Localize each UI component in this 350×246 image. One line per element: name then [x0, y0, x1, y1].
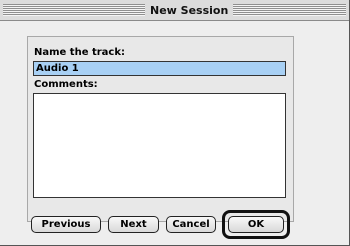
title-bar[interactable]: New Session: [0, 0, 349, 21]
ok-button[interactable]: OK: [228, 216, 284, 233]
new-session-dialog: New Session Name the track: Audio 1 Comm…: [0, 0, 350, 246]
next-button[interactable]: Next: [108, 216, 159, 233]
comments-label: Comments:: [34, 79, 98, 90]
comments-textarea[interactable]: [33, 93, 286, 198]
track-name-label: Name the track:: [34, 47, 126, 58]
window-title: New Session: [145, 1, 234, 20]
previous-button[interactable]: Previous: [31, 216, 101, 233]
track-name-input[interactable]: Audio 1: [33, 61, 286, 76]
cancel-button[interactable]: Cancel: [166, 216, 216, 233]
